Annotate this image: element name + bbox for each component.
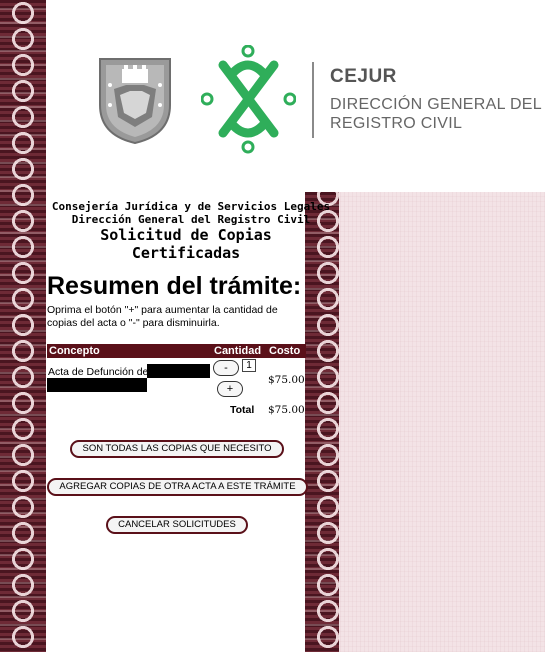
row-costo: $75.00 [268, 374, 305, 386]
total-value: $75.00 [268, 404, 305, 416]
document-title: Solicitud de Copias Certificadas [46, 226, 326, 262]
header-costo: Costo [269, 345, 301, 357]
instructions-text: Oprima el botón "+" para aumentar la can… [47, 304, 278, 329]
cejur-label: CEJUR [330, 66, 397, 87]
direccion-line2: REGISTRO CIVIL [330, 115, 463, 132]
title-line1: Solicitud de Copias [100, 226, 272, 244]
title-line2: Certificadas [131, 244, 241, 262]
org-line2: Dirección General del Registro Civil [71, 213, 311, 226]
org-line1: Consejería Jurídica y de Servicios Legal… [51, 200, 331, 213]
row-concepto: Acta de Defunción de [48, 366, 149, 378]
summary-title: Resumen del trámite: [47, 272, 302, 300]
header-cantidad: Cantidad [214, 345, 262, 357]
decorative-border-left [0, 0, 46, 652]
header-banner: CEJUR DIRECCIÓN GENERAL DEL REGISTRO CIV… [46, 0, 545, 192]
cancel-requests-button[interactable]: CANCELAR SOLICITUDES [106, 516, 248, 534]
direccion-line1: DIRECCIÓN GENERAL DEL [330, 96, 542, 113]
done-copies-button[interactable]: SON TODAS LAS COPIAS QUE NECESITO [70, 440, 284, 458]
total-label: Total [230, 404, 255, 416]
redacted-name-part1 [147, 364, 210, 378]
header-divider [312, 62, 314, 138]
redacted-name-part2 [47, 378, 147, 392]
header-concepto: Concepto [49, 345, 100, 357]
request-panel: Consejería Jurídica y de Servicios Legal… [46, 192, 330, 652]
table-header: Concepto Cantidad Costo [47, 344, 306, 358]
add-other-acta-button[interactable]: AGREGAR COPIAS DE OTRA ACTA A ESTE TRÁMI… [47, 478, 308, 496]
coat-of-arms-icon [99, 58, 171, 145]
quantity-field[interactable] [242, 359, 256, 372]
increase-copies-button[interactable]: + [217, 381, 243, 397]
decrease-copies-button[interactable]: - [213, 360, 239, 376]
cdmx-logo-icon [201, 45, 296, 154]
